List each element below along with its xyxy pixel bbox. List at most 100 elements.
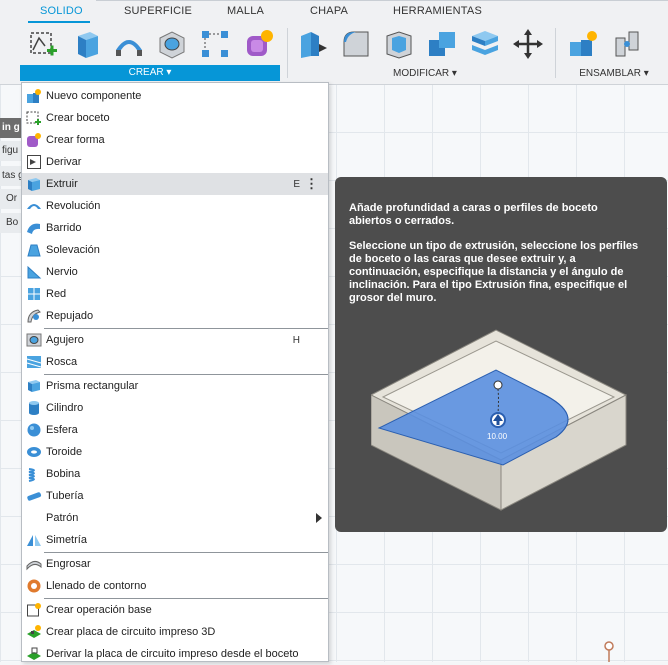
menu-item-extruir[interactable]: Extruir E ⋮ xyxy=(22,173,328,195)
menu-item-barrido[interactable]: Barrido xyxy=(22,217,328,239)
menu-item-label: Crear boceto xyxy=(46,112,110,124)
move-copy-tool[interactable] xyxy=(511,27,545,61)
extrude-tooltip: Añade profundidad a caras o perfiles de … xyxy=(335,177,667,532)
fillet-tool[interactable] xyxy=(339,27,373,61)
torus-icon xyxy=(25,443,43,461)
menu-item-repujado[interactable]: Repujado xyxy=(22,305,328,327)
create-sketch-tool[interactable] xyxy=(26,27,60,61)
menu-item-label: Simetría xyxy=(46,534,87,546)
workspace-tabs: SOLIDO SUPERFICIE MALLA CHAPA HERRAMIENT… xyxy=(0,0,668,23)
sketch-icon xyxy=(30,32,57,56)
shortcut-label: H xyxy=(292,334,300,346)
menu-item-label: Crear forma xyxy=(46,134,105,146)
menu-item-label: Engrosar xyxy=(46,558,91,570)
tab-solido[interactable]: SOLIDO xyxy=(40,5,83,17)
cylinder-icon xyxy=(25,399,43,417)
menu-item-crear-operacion-base[interactable]: Crear operación base xyxy=(22,599,328,621)
rib-icon xyxy=(25,263,43,281)
menu-item-label: Red xyxy=(46,288,67,300)
menu-item-crear-placa-3d[interactable]: Crear placa de circuito impreso 3D xyxy=(22,621,328,643)
revolve-icon xyxy=(116,40,142,56)
base-feature-icon xyxy=(25,601,43,619)
menu-item-engrosar[interactable]: Engrosar xyxy=(22,553,328,575)
hole-icon xyxy=(25,331,43,349)
toolbar-ribbon: SOLIDO SUPERFICIE MALLA CHAPA HERRAMIENT… xyxy=(0,0,668,85)
menu-item-label: Repujado xyxy=(46,310,94,322)
menu-item-llenado-de-contorno[interactable]: Llenado de contorno xyxy=(22,575,328,597)
crear-group-button[interactable]: CREAR ▾ xyxy=(20,65,280,81)
pattern-icon xyxy=(25,509,43,527)
pattern-tool[interactable] xyxy=(198,27,232,61)
split-body-tool[interactable] xyxy=(468,27,502,61)
menu-item-nuevo-componente[interactable]: Nuevo componente xyxy=(22,85,328,107)
menu-item-derivar[interactable]: Derivar xyxy=(22,151,328,173)
menu-item-bobina[interactable]: Bobina xyxy=(22,463,328,485)
browser-item[interactable]: tas g xyxy=(0,166,22,186)
extrude-illustration xyxy=(371,329,628,511)
browser-item[interactable]: Bo xyxy=(0,213,22,233)
menu-item-label: Extruir xyxy=(46,178,78,190)
menu-item-cilindro[interactable]: Cilindro xyxy=(22,397,328,419)
tab-herramientas[interactable]: HERRAMIENTAS xyxy=(393,5,482,17)
menu-item-rosca[interactable]: Rosca xyxy=(22,351,328,373)
pipe-icon xyxy=(25,487,43,505)
menu-item-label: Barrido xyxy=(46,222,82,234)
menu-item-label: Llenado de contorno xyxy=(46,580,147,592)
menu-item-red[interactable]: Red xyxy=(22,283,328,305)
emboss-icon xyxy=(25,307,43,325)
menu-item-label: Derivar la placa de circuito impreso des… xyxy=(46,648,299,660)
menu-item-simetria[interactable]: Simetría xyxy=(22,529,328,551)
tab-superficie[interactable]: SUPERFICIE xyxy=(124,5,192,17)
web-icon xyxy=(25,285,43,303)
extrude-icon xyxy=(25,175,43,193)
new-component-icon xyxy=(25,87,43,105)
menu-item-tuberia[interactable]: Tubería xyxy=(22,485,328,507)
menu-item-crear-forma[interactable]: Crear forma xyxy=(22,129,328,151)
move-icon xyxy=(513,29,543,59)
form-icon xyxy=(25,131,43,149)
menu-item-toroide[interactable]: Toroide xyxy=(22,441,328,463)
browser-item[interactable]: Or xyxy=(0,189,22,209)
menu-item-esfera[interactable]: Esfera xyxy=(22,419,328,441)
split-body-icon xyxy=(472,31,498,55)
menu-item-nervio[interactable]: Nervio xyxy=(22,261,328,283)
menu-item-label: Patrón xyxy=(46,512,79,524)
browser-item[interactable]: in g xyxy=(0,118,22,138)
ensamblar-group-button[interactable]: ENSAMBLAR ▾ xyxy=(560,67,668,81)
tab-chapa[interactable]: CHAPA xyxy=(310,5,348,17)
fillet-icon xyxy=(343,31,369,57)
joint-tool[interactable] xyxy=(610,27,644,61)
origin-pin-icon xyxy=(604,641,614,662)
modificar-group-button[interactable]: MODIFICAR ▾ xyxy=(300,67,550,81)
menu-item-label: Nervio xyxy=(46,266,78,278)
tab-malla[interactable]: MALLA xyxy=(227,5,264,17)
press-pull-tool[interactable] xyxy=(296,27,330,61)
revolve-icon xyxy=(25,197,43,215)
menu-item-patron[interactable]: Patrón xyxy=(22,507,328,529)
form-tool[interactable] xyxy=(241,27,275,61)
more-options-icon[interactable]: ⋮ xyxy=(305,176,318,192)
menu-item-agujero[interactable]: Agujero H xyxy=(22,329,328,351)
menu-item-label: Bobina xyxy=(46,468,81,480)
shortcut-label: E xyxy=(293,178,300,190)
menu-item-crear-boceto[interactable]: Crear boceto xyxy=(22,107,328,129)
new-component-tool[interactable] xyxy=(566,27,600,61)
menu-item-solevacion[interactable]: Solevación xyxy=(22,239,328,261)
revolve-tool[interactable] xyxy=(112,27,146,61)
coil-icon xyxy=(25,465,43,483)
menu-item-prisma-rectangular[interactable]: Prisma rectangular xyxy=(22,375,328,397)
browser-panel: in g figu tas g Or Bo xyxy=(0,88,22,348)
menu-item-label: Agujero xyxy=(46,334,84,346)
loft-icon xyxy=(25,241,43,259)
menu-item-revolucion[interactable]: Revolución xyxy=(22,195,328,217)
shell-tool[interactable] xyxy=(382,27,416,61)
extrude-tool[interactable] xyxy=(69,27,103,61)
combine-tool[interactable] xyxy=(425,27,459,61)
hole-icon xyxy=(159,31,185,59)
menu-item-label: Cilindro xyxy=(46,402,84,414)
joint-icon xyxy=(615,31,639,57)
hole-tool[interactable] xyxy=(155,27,189,61)
tooltip-description: Seleccione un tipo de extrusión, selecci… xyxy=(349,240,639,304)
combine-icon xyxy=(429,32,455,56)
browser-item[interactable]: figu xyxy=(0,141,22,161)
